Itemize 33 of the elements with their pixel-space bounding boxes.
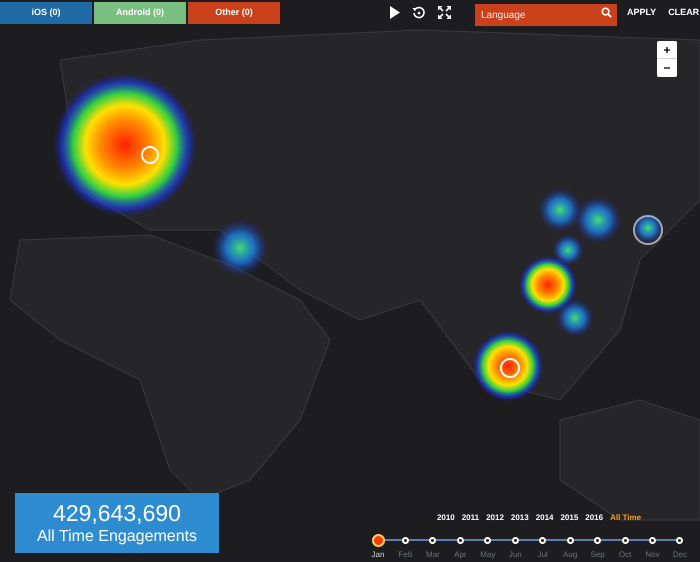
filter-button[interactable]: iOS (0)	[0, 2, 92, 24]
search-icon	[601, 6, 612, 18]
month-label[interactable]: Jan	[369, 549, 387, 561]
filter-button[interactable]: Other (0)	[188, 2, 280, 24]
month-label[interactable]: Oct	[616, 549, 634, 561]
apply-button[interactable]: APPLY	[627, 6, 656, 20]
year-tab[interactable]: All Time	[610, 512, 642, 524]
zoom-out-button[interactable]: −	[657, 59, 677, 77]
month-label[interactable]: Dec	[670, 549, 689, 561]
month-label[interactable]: Apr	[451, 549, 470, 561]
engagement-count: 429,643,690	[53, 498, 181, 528]
month-label[interactable]: Aug	[561, 549, 580, 561]
month-label[interactable]: Sep	[588, 549, 607, 561]
fullscreen-icon[interactable]	[438, 6, 451, 19]
play-icon[interactable]	[390, 6, 400, 19]
year-tab[interactable]: 2012	[486, 512, 504, 524]
month-label[interactable]: Mar	[424, 549, 442, 561]
clear-button[interactable]: CLEAR	[668, 6, 700, 20]
month-label[interactable]: Jul	[534, 549, 552, 561]
year-tab[interactable]: 2014	[536, 512, 554, 524]
month-label[interactable]: Feb	[396, 549, 414, 561]
month-label[interactable]: Jun	[506, 549, 524, 561]
year-tab[interactable]: 2016	[585, 512, 604, 524]
zoom-in-button[interactable]: +	[657, 41, 677, 59]
month-label[interactable]: Nov	[644, 549, 662, 561]
language-field[interactable]: Language	[475, 4, 617, 26]
year-tab[interactable]: 2015	[560, 512, 578, 524]
year-tab[interactable]: 2011	[462, 512, 480, 524]
year-tab[interactable]: 2013	[510, 512, 529, 524]
engagement-label: All Time Engagements	[36, 527, 198, 548]
year-tab[interactable]: 2010	[436, 512, 455, 524]
replay-icon[interactable]	[412, 6, 426, 20]
month-label[interactable]: May	[478, 549, 497, 561]
